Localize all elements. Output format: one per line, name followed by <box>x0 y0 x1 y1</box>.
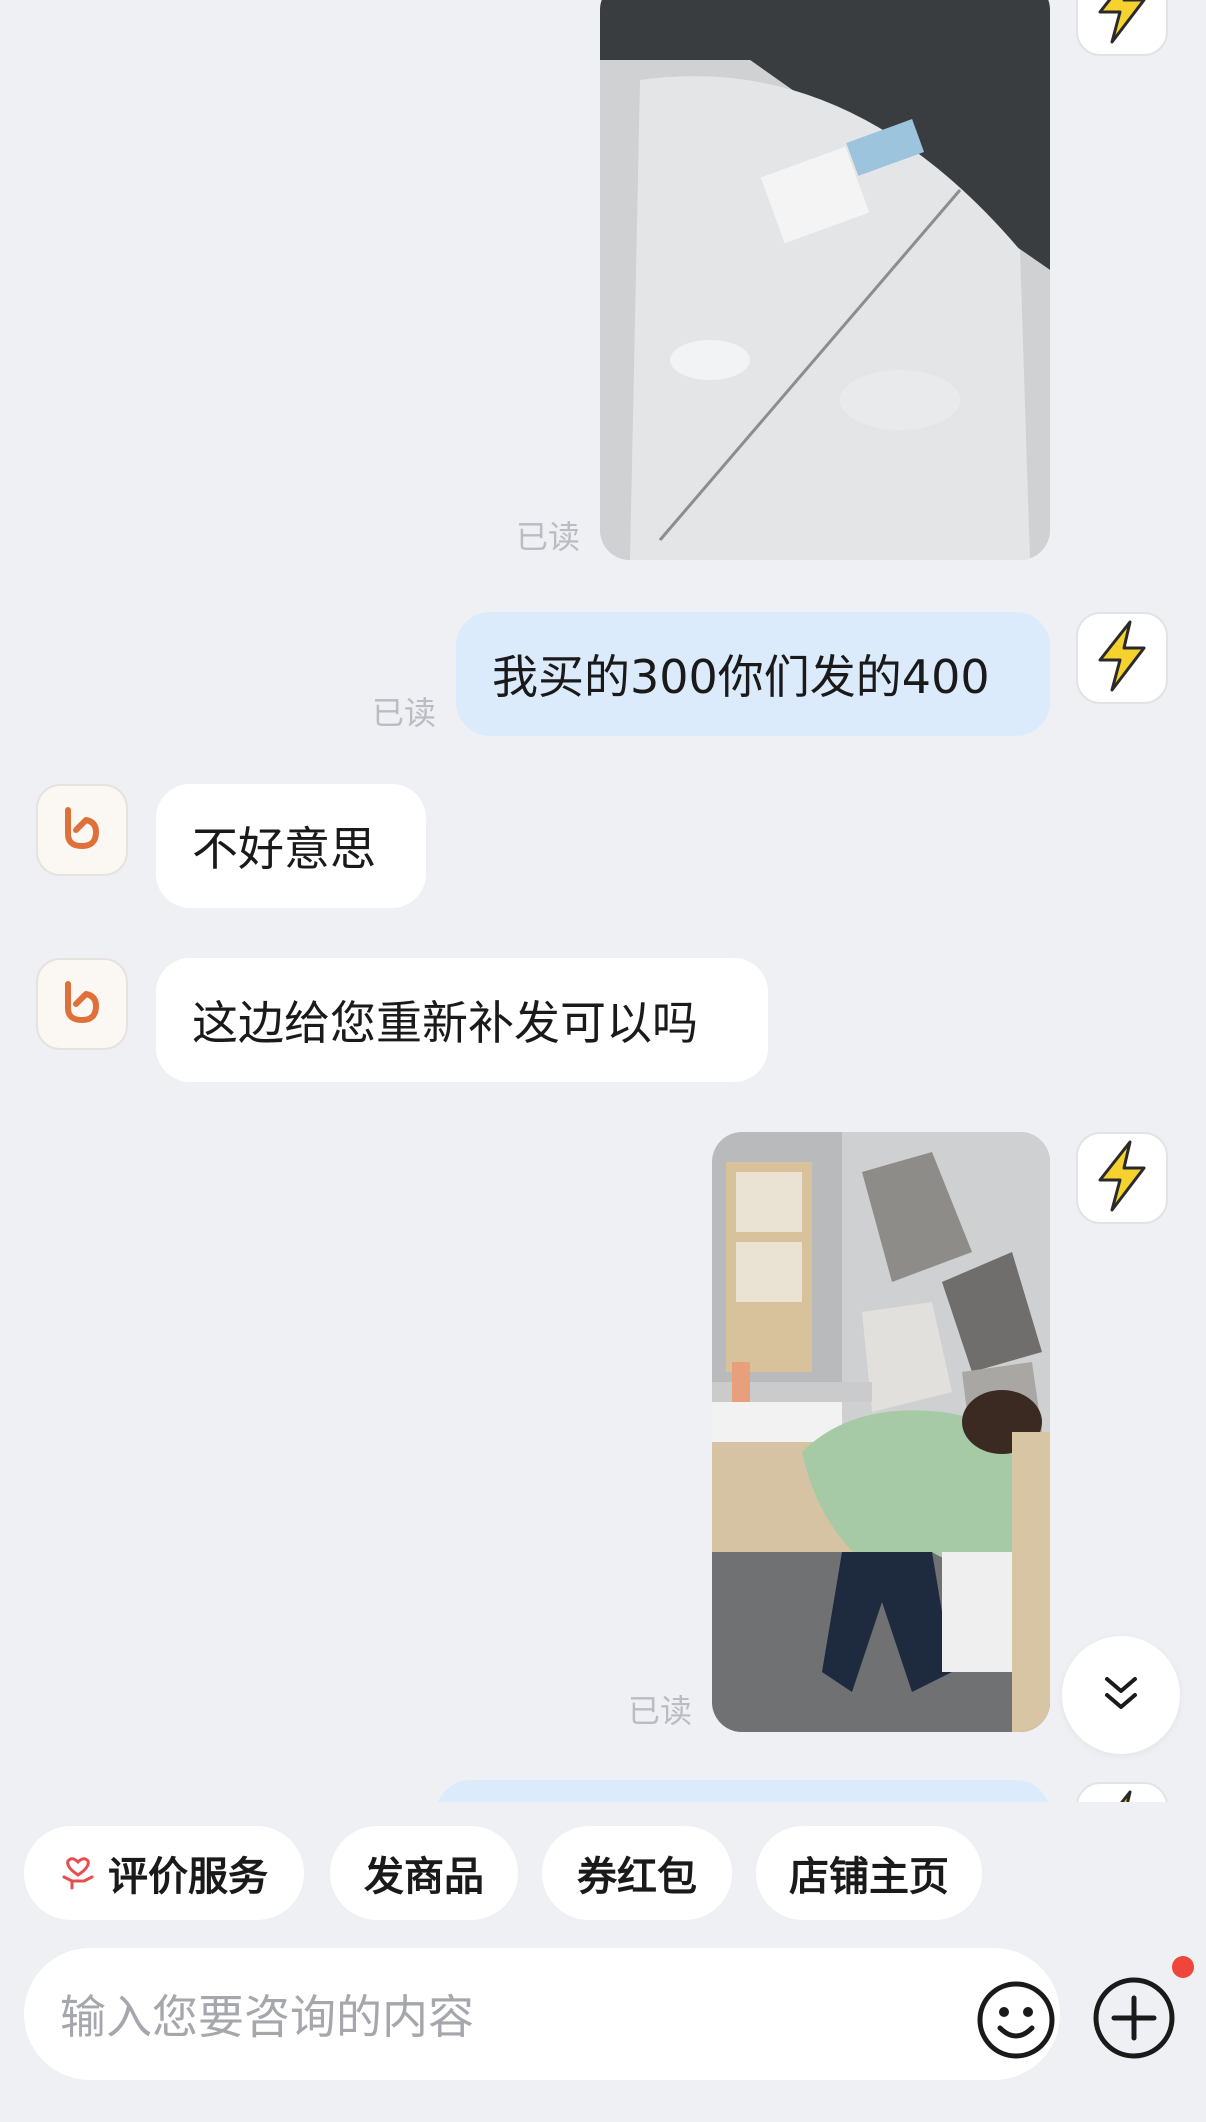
more-actions-button[interactable] <box>1092 1976 1176 2060</box>
chip-label: 评价服务 <box>108 1854 268 1900</box>
message-input[interactable]: 输入您要咨询的内容 <box>24 1948 1060 2080</box>
message-bubble[interactable]: 不好意思 <box>156 784 426 908</box>
heart-hand-icon <box>60 1855 96 1891</box>
user-avatar[interactable] <box>1076 612 1168 704</box>
sent-image-bathroom[interactable] <box>712 1132 1050 1732</box>
store-home-button[interactable]: 店铺主页 <box>756 1826 982 1920</box>
user-avatar[interactable] <box>1076 1782 1168 1802</box>
message-bubble[interactable] <box>436 1780 1050 1802</box>
quick-actions-bar: 评价服务 发商品 券红包 店铺主页 <box>0 1802 1206 1922</box>
lightning-icon <box>1092 0 1152 48</box>
chat-screen: 已读 我买的300你们发的400 已读 不好意思 这边给您重新补发可以吗 已读 … <box>0 0 1206 2122</box>
message-text: 不好意思 <box>192 822 376 876</box>
chip-label: 店铺主页 <box>789 1854 949 1900</box>
notification-dot <box>1172 1956 1194 1978</box>
smiley-icon <box>976 1981 1056 2064</box>
message-bubble[interactable]: 这边给您重新补发可以吗 <box>156 958 768 1082</box>
shop-logo-icon <box>58 978 106 1030</box>
message-text: 这边给您重新补发可以吗 <box>192 996 698 1050</box>
message-text: 我买的300你们发的400 <box>492 650 990 704</box>
lightning-icon <box>1092 1140 1152 1216</box>
message-bubble[interactable]: 我买的300你们发的400 <box>456 612 1050 736</box>
lightning-icon <box>1092 1790 1152 1802</box>
sent-image-mattress[interactable] <box>600 0 1050 560</box>
double-chevron-down-icon <box>1099 1671 1143 1719</box>
user-avatar[interactable] <box>1076 1132 1168 1224</box>
chip-label: 发商品 <box>364 1854 484 1900</box>
plus-circle-icon <box>1092 1977 1176 2064</box>
shop-logo-icon <box>58 804 106 856</box>
shop-avatar[interactable] <box>36 958 128 1050</box>
composer: 输入您要咨询的内容 <box>0 1922 1206 2122</box>
message-list[interactable]: 已读 我买的300你们发的400 已读 不好意思 这边给您重新补发可以吗 已读 <box>0 0 1206 1802</box>
chip-label: 券红包 <box>577 1854 697 1900</box>
read-status: 已读 <box>628 1692 693 1730</box>
shop-avatar[interactable] <box>36 784 128 876</box>
coupon-button[interactable]: 券红包 <box>542 1826 732 1920</box>
read-status: 已读 <box>516 518 581 556</box>
read-status: 已读 <box>372 694 437 732</box>
rate-service-button[interactable]: 评价服务 <box>24 1826 304 1920</box>
lightning-icon <box>1092 620 1152 696</box>
scroll-to-bottom-button[interactable] <box>1062 1636 1180 1754</box>
emoji-button[interactable] <box>976 1980 1056 2060</box>
user-avatar[interactable] <box>1076 0 1168 56</box>
input-placeholder: 输入您要咨询的内容 <box>60 1990 474 2044</box>
send-product-button[interactable]: 发商品 <box>330 1826 518 1920</box>
